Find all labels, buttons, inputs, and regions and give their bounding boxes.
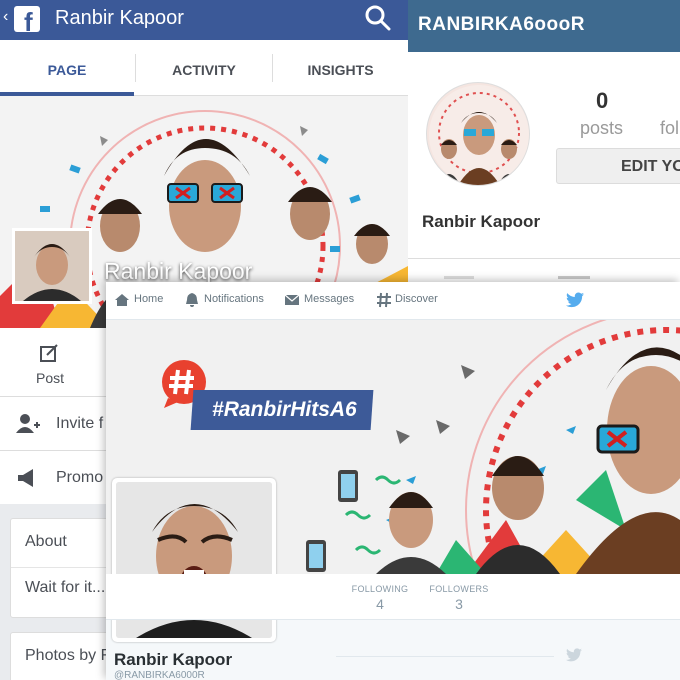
profile-picture-art	[15, 231, 89, 301]
hashtag-text: #RanbirHitsA6	[212, 398, 357, 421]
search-icon[interactable]	[364, 4, 392, 32]
add-friend-icon	[16, 414, 40, 433]
twitter-nav: Home Notifications Messages Discover	[106, 282, 680, 320]
photos-heading[interactable]: Photos by F	[25, 647, 110, 665]
following-label: FOLLOWING	[351, 584, 409, 594]
nav-notifications[interactable]: Notifications	[204, 293, 264, 305]
facebook-logo-icon: f	[14, 6, 40, 37]
envelope-icon	[284, 294, 300, 305]
hashtag-label: RanbirHitsA6	[223, 398, 357, 421]
edit-profile-button[interactable]: EDIT YO	[556, 148, 680, 184]
instagram-username: RANBIRKA6oooR	[418, 14, 585, 35]
post-label: Post	[36, 370, 65, 386]
promote-label: Promo	[56, 469, 104, 486]
cover-page-name: Ranbir Kapoor	[104, 258, 253, 284]
followers-stat[interactable]: FOLLOWERS 3	[428, 574, 490, 620]
instagram-divider	[408, 258, 680, 259]
instagram-panel: RANBIRKA6oooR 0 posts fol EDIT YO Ranbir…	[408, 0, 680, 290]
twitter-bird-icon	[566, 648, 582, 662]
twitter-stats-bar: FOLLOWING 4 FOLLOWERS 3	[106, 574, 680, 620]
following-count: 4	[376, 596, 384, 612]
instagram-followers-label[interactable]: fol	[660, 118, 679, 139]
instagram-grid-tab[interactable]	[444, 276, 474, 279]
instagram-posts-label: posts	[580, 118, 624, 138]
page-title: Ranbir Kapoor	[55, 7, 184, 29]
nav-discover[interactable]: Discover	[395, 293, 438, 305]
profile-picture[interactable]	[12, 228, 92, 304]
hash-icon	[377, 292, 391, 308]
back-arrow-icon[interactable]: ‹	[3, 8, 8, 26]
twitter-panel: Home Notifications Messages Discover #Ra…	[106, 282, 680, 680]
invite-friends-label: Invite f	[56, 415, 104, 432]
instagram-posts-count: 0	[596, 88, 609, 113]
about-text: Wait for it...	[25, 579, 106, 596]
instagram-display-name: Ranbir Kapoor	[422, 212, 541, 231]
about-heading[interactable]: About	[25, 533, 67, 551]
following-stat[interactable]: FOLLOWING 4	[350, 574, 410, 620]
facebook-tab-bar: PAGE ACTIVITY INSIGHTS	[0, 40, 408, 96]
megaphone-icon	[18, 469, 33, 487]
facebook-header: ‹ f Ranbir Kapoor	[0, 0, 408, 40]
home-icon	[115, 294, 129, 306]
instagram-header: RANBIRKA6oooR	[408, 0, 680, 52]
instagram-list-tab[interactable]	[558, 276, 590, 279]
instagram-avatar-art	[429, 85, 529, 185]
instagram-avatar[interactable]	[426, 82, 530, 186]
bell-icon	[186, 293, 198, 307]
followers-count: 3	[455, 596, 463, 612]
nav-home[interactable]: Home	[134, 293, 163, 305]
tab-page[interactable]: PAGE	[0, 40, 134, 96]
compose-icon	[40, 344, 58, 362]
tab-activity[interactable]: ACTIVITY	[136, 40, 272, 96]
nav-messages[interactable]: Messages	[304, 293, 354, 305]
twitter-handle: @RANBIRKA6000R	[114, 670, 205, 680]
tab-insights[interactable]: INSIGHTS	[273, 40, 408, 96]
twitter-bird-icon[interactable]	[566, 292, 584, 308]
twitter-display-name: Ranbir Kapoor	[114, 650, 233, 669]
followers-label: FOLLOWERS	[429, 584, 489, 594]
timeline-divider	[336, 656, 554, 657]
